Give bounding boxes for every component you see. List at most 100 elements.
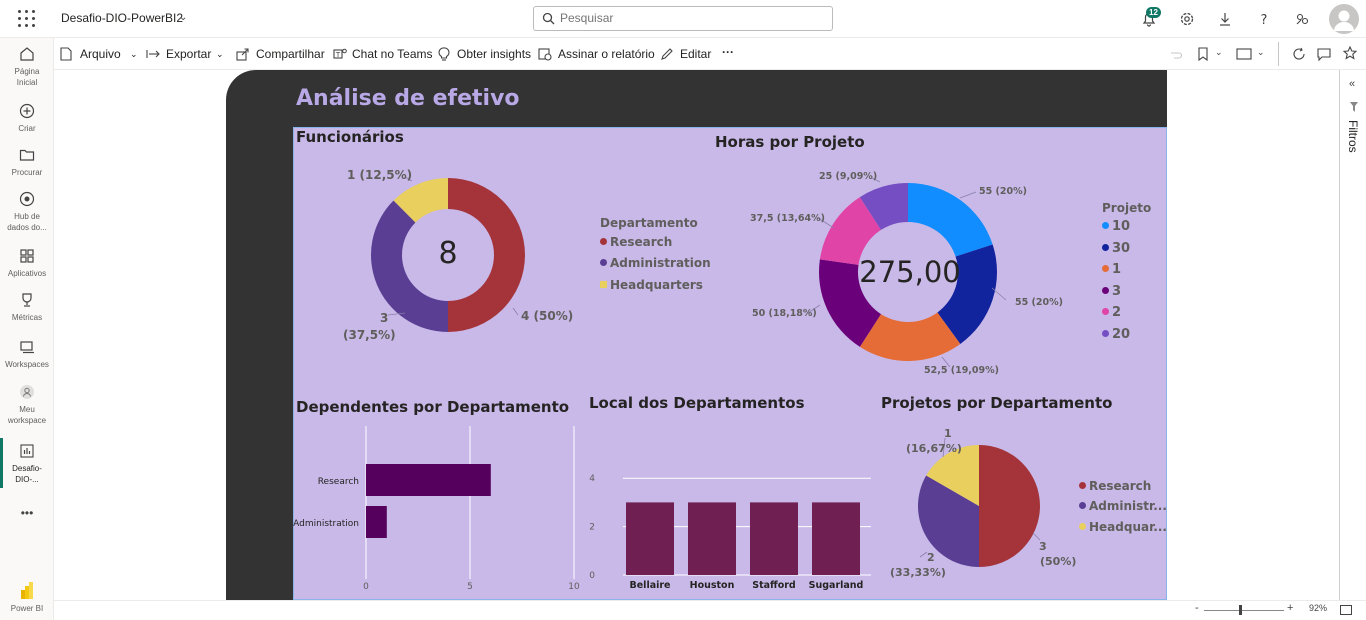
comment-icon[interactable]	[1317, 47, 1331, 61]
person-icon	[20, 385, 34, 399]
download-icon[interactable]	[1215, 9, 1235, 29]
legend-item-headquarters[interactable]: Headquar...	[1079, 520, 1167, 534]
y-tick-label: 4	[589, 474, 595, 484]
view-icon[interactable]	[1236, 48, 1252, 60]
data-label: 55 (20%)	[1015, 297, 1063, 308]
bar-administration[interactable]	[366, 506, 387, 538]
nav-workspaces[interactable]: Workspaces	[0, 339, 54, 370]
legend-label: 20	[1112, 326, 1131, 342]
zoom-level: 92%	[1309, 603, 1328, 613]
column-sugarland[interactable]	[812, 502, 860, 575]
nav-home[interactable]: Página Inicial	[0, 46, 54, 88]
chevron-down-icon[interactable]: ⌄	[1215, 47, 1223, 58]
legend-label: Headquar...	[1089, 520, 1167, 534]
nav-powerbi-logo: Power BI	[0, 581, 54, 614]
search-box[interactable]	[533, 6, 833, 31]
legend-item-project-30[interactable]: 30	[1102, 241, 1130, 256]
legend-item-project-2[interactable]: 2	[1102, 305, 1121, 320]
nav-current-report[interactable]: Desafio- DIO-...	[0, 443, 54, 485]
star-icon[interactable]	[1343, 46, 1357, 60]
column-stafford[interactable]	[750, 502, 798, 575]
legend-label: 2	[1112, 305, 1122, 320]
x-tick-label: 10	[568, 582, 580, 592]
folder-icon	[19, 149, 35, 161]
data-label: 3	[1039, 540, 1047, 553]
column-houston[interactable]	[688, 502, 736, 575]
bookmark-icon[interactable]	[1196, 47, 1210, 61]
chevron-down-icon: ⌄	[130, 49, 138, 59]
nav-browse[interactable]: Procurar	[0, 147, 54, 178]
more-icon[interactable]: •••	[0, 506, 54, 520]
toolbar-divider	[1278, 42, 1279, 66]
legend-item-administration[interactable]: Administr...	[1079, 499, 1167, 513]
nav-label: Desafio-	[12, 464, 42, 473]
column-bellaire[interactable]	[626, 502, 674, 575]
lightbulb-icon	[438, 47, 450, 61]
nav-label: Hub de	[14, 212, 40, 221]
fit-page-icon[interactable]	[1340, 605, 1352, 615]
legend-item-research[interactable]: Research	[1079, 479, 1151, 493]
status-bar: - +	[54, 600, 1366, 620]
chevron-down-icon[interactable]: ⌄	[1257, 47, 1265, 58]
filters-label[interactable]: Filtros	[1346, 120, 1360, 153]
legend-dot	[1102, 286, 1109, 294]
nav-label: DIO-...	[15, 475, 39, 484]
slice-research[interactable]	[979, 445, 1040, 567]
zoom-in-icon[interactable]: +	[1287, 602, 1293, 614]
collapse-icon[interactable]: «	[1349, 78, 1355, 90]
nav-my-workspace[interactable]: Meu workspace	[0, 384, 54, 426]
gear-icon[interactable]	[1177, 9, 1197, 29]
avatar[interactable]	[1329, 4, 1359, 34]
legend-label: Research	[1089, 479, 1152, 493]
refresh-icon[interactable]	[1292, 47, 1306, 61]
subscribe-label: Assinar o relatório	[558, 47, 655, 61]
workspaces-icon	[20, 341, 34, 354]
nav-label: Métricas	[11, 313, 43, 322]
legend-label: 10	[1112, 219, 1131, 234]
share-icon	[236, 48, 249, 61]
hours-total: 275,00	[859, 255, 961, 289]
nav-create[interactable]: Criar	[0, 103, 54, 134]
more-options-icon[interactable]: ···	[722, 45, 734, 59]
nav-metrics[interactable]: Métricas	[0, 292, 54, 323]
legend-item-research[interactable]: Research	[600, 235, 672, 249]
filter-icon	[1350, 102, 1358, 112]
legend-item-headquarters[interactable]: Headquarters	[600, 278, 703, 292]
legend-item-project-3[interactable]: 3	[1102, 284, 1121, 299]
share-people-icon[interactable]	[1292, 9, 1312, 29]
nav-label: Página	[14, 67, 40, 76]
zoom-out-icon[interactable]: -	[1195, 602, 1199, 614]
nav-apps[interactable]: Aplicativos	[0, 248, 54, 279]
file-icon	[60, 47, 72, 61]
report-name[interactable]: Desafio-DIO-PowerBI2	[61, 11, 183, 25]
search-input[interactable]	[560, 11, 820, 25]
legend-label: Administration	[610, 256, 711, 270]
legend-label: 3	[1112, 283, 1122, 299]
zoom-slider-track[interactable]	[1204, 610, 1284, 611]
nav-data-hub[interactable]: Hub de dados do...	[0, 191, 54, 233]
legend-item-project-10[interactable]: 10	[1102, 219, 1130, 234]
legend-dot	[1079, 482, 1086, 489]
report-toolbar: Arquivo ⌄ Exportar ⌄ Compartilhar T Chat…	[54, 38, 1366, 70]
dependents-bar-chart[interactable]: 0 5 10 Research Administration	[293, 422, 588, 597]
data-label: (50%)	[1040, 555, 1077, 568]
help-icon[interactable]: ?	[1254, 9, 1274, 29]
share-label: Compartilhar	[256, 47, 325, 61]
chevron-down-icon[interactable]: ⌄	[179, 12, 187, 23]
export-menu-label: Exportar	[166, 47, 212, 61]
x-tick-label: Sugarland	[809, 580, 864, 591]
legend-item-project-20[interactable]: 20	[1102, 327, 1130, 342]
app-launcher-icon[interactable]	[18, 10, 36, 28]
legend-dot	[1102, 265, 1109, 272]
legend-item-project-1[interactable]: 1	[1102, 262, 1121, 277]
bar-research[interactable]	[366, 464, 491, 496]
locations-column-chart[interactable]: 0 2 4 Bellaire Houston Stafford Sugarland	[585, 422, 877, 597]
undo-icon[interactable]	[1168, 47, 1182, 61]
zoom-slider-thumb[interactable]	[1239, 605, 1242, 615]
legend-item-administration[interactable]: Administration	[600, 256, 711, 270]
nav-label: Aplicativos	[7, 269, 47, 278]
report-icon	[20, 444, 34, 458]
data-label: 25 (9,09%)	[819, 171, 878, 182]
chevron-down-icon: ⌄	[216, 49, 224, 59]
hours-chart-title: Horas por Projeto	[715, 133, 865, 151]
